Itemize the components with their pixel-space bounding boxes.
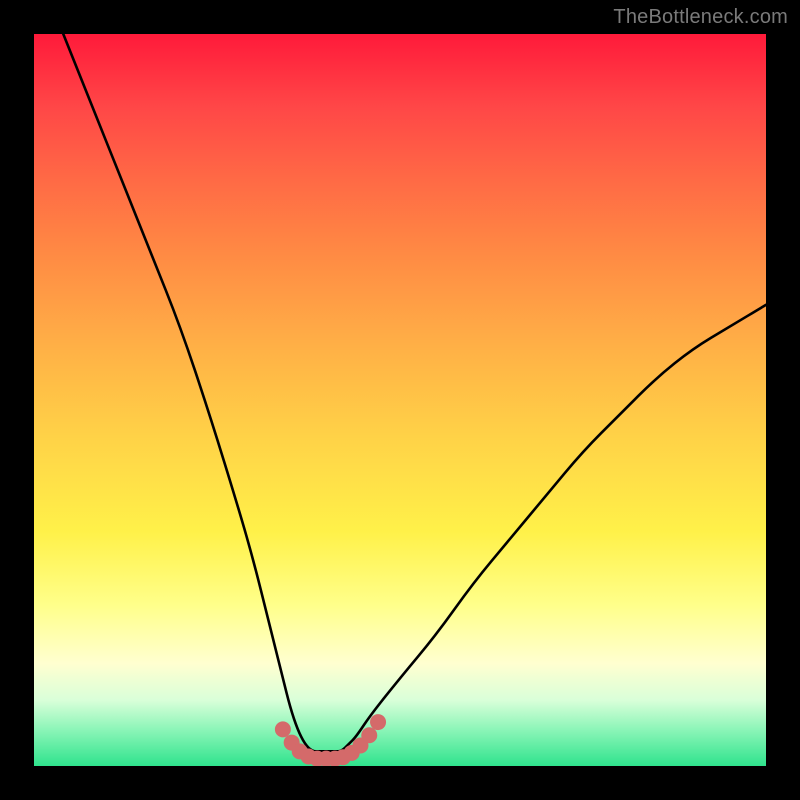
marker-dot: [361, 727, 377, 743]
plot-area: [34, 34, 766, 766]
watermark-text: TheBottleneck.com: [613, 6, 788, 29]
chart-frame: TheBottleneck.com: [0, 0, 800, 800]
bottom-markers: [275, 714, 386, 766]
bottleneck-curve: [63, 34, 766, 751]
marker-dot: [370, 714, 386, 730]
marker-dot: [275, 721, 291, 737]
chart-svg: [34, 34, 766, 766]
